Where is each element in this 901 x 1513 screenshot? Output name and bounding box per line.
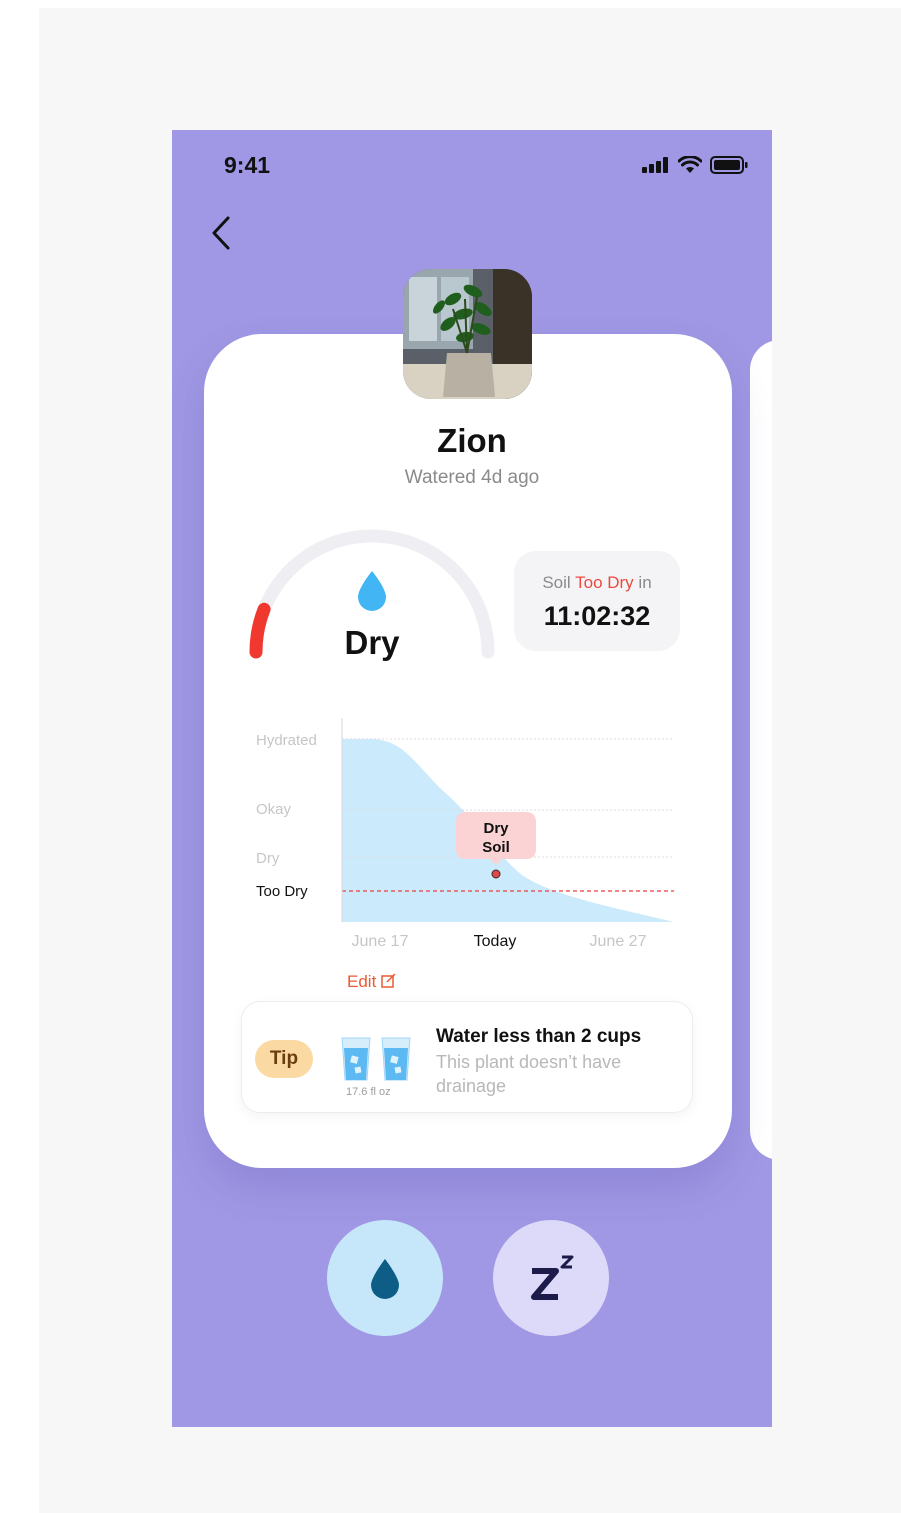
- snooze-button[interactable]: [493, 1220, 609, 1336]
- edit-button[interactable]: Edit: [347, 972, 397, 992]
- moisture-chart: Hydrated Okay Dry Too Dry June 17 Today …: [256, 718, 674, 950]
- tip-body: This plant doesn’t have drainage: [436, 1052, 622, 1096]
- plant-photo: [403, 269, 532, 399]
- x-tick-june-17: June 17: [352, 933, 409, 950]
- edit-icon: [381, 973, 396, 988]
- y-tick-dry: Dry: [256, 850, 280, 867]
- water-drop-icon: [371, 1259, 399, 1299]
- tip-card: Tip 17.6 fl oz Water less than 2 cups Th…: [242, 1002, 692, 1112]
- status-icons: [642, 156, 748, 174]
- water-button[interactable]: [327, 1220, 443, 1336]
- status-time: 9:41: [224, 152, 271, 178]
- watered-status: Watered 4d ago: [404, 467, 540, 488]
- current-point-marker: [491, 869, 501, 879]
- signal-icon: [642, 157, 668, 173]
- soil-countdown: Soil Too Dry in 11:02:32: [514, 551, 680, 651]
- y-tick-okay: Okay: [256, 801, 292, 818]
- svg-text:Dry: Dry: [483, 820, 509, 837]
- y-tick-too-dry: Too Dry: [256, 883, 308, 900]
- phone-screen: 9:41 Zion Watered 4d ago Dry Soil Too Dr…: [172, 130, 772, 1427]
- tip-badge: Tip: [255, 1040, 313, 1078]
- wifi-icon: [678, 156, 702, 173]
- x-tick-today: Today: [474, 933, 517, 950]
- moisture-label: Dry: [344, 624, 400, 661]
- chevron-left-icon: [212, 216, 230, 250]
- water-drop-icon: [358, 571, 386, 611]
- back-button[interactable]: [208, 214, 238, 254]
- countdown-caption: Soil Too Dry in: [542, 573, 652, 592]
- countdown-timer: 11:02:32: [543, 601, 651, 631]
- plant-name: Zion: [437, 422, 507, 459]
- snooze-icon: [531, 1255, 574, 1300]
- countdown-status: Too Dry: [575, 573, 634, 592]
- tip-title: Water less than 2 cups: [436, 1026, 642, 1047]
- battery-icon: [710, 156, 748, 174]
- x-tick-june-27: June 27: [590, 933, 647, 950]
- y-tick-hydrated: Hydrated: [256, 732, 317, 749]
- svg-text:Soil: Soil: [482, 839, 510, 856]
- water-amount: 17.6 fl oz: [346, 1086, 391, 1098]
- next-card-peek[interactable]: [750, 340, 772, 1160]
- current-point-tooltip: Dry Soil: [456, 812, 536, 865]
